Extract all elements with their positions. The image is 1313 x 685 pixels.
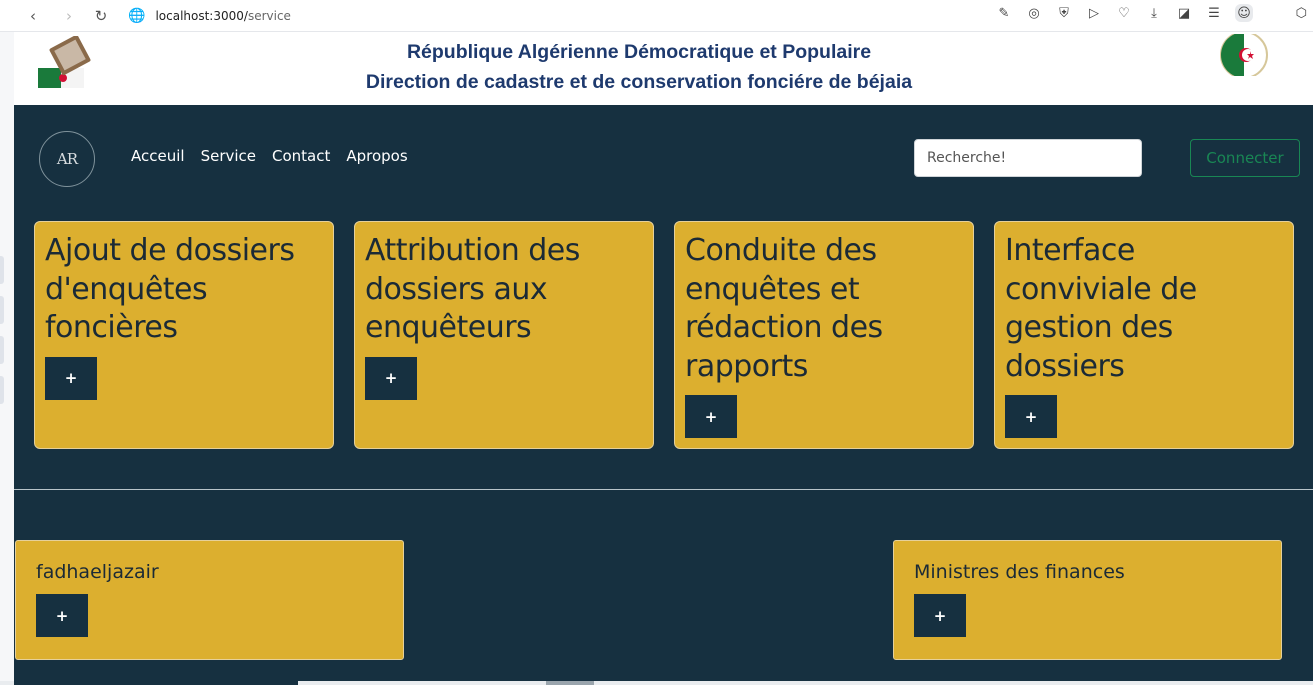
brand-logo[interactable]: AR [39,131,95,187]
menu-icon[interactable]: ☰ [1205,4,1223,22]
nav-link-contact[interactable]: Contact [272,147,330,165]
nav-link-apropos[interactable]: Apropos [346,147,407,165]
service-card-add-button[interactable]: + [45,356,97,400]
service-card-add-button[interactable]: + [365,356,417,400]
partner-card: Ministres des finances + [893,540,1282,660]
battery-icon[interactable]: ◪ [1175,4,1193,22]
nav-links: Acceuil Service Contact Apropos [131,147,408,165]
scrollbar-thumb[interactable] [546,681,594,685]
browser-toolbar-icons: ✎ ◎ ⛨ ▷ ♡ ⤓ ◪ ☰ ☺ [995,4,1253,22]
reload-icon[interactable]: ↻ [90,5,112,27]
search-input[interactable] [914,139,1142,177]
scrollbar-segment [14,681,298,685]
service-cards: Ajout de dossiers d'enquêtes foncières +… [14,211,1313,489]
url-host: localhost:3000/ [155,8,248,23]
navbar: AR Acceuil Service Contact Apropos Conne… [14,105,1313,211]
forward-arrow-icon[interactable]: › [58,5,80,27]
header-subtitle: Direction de cadastre et de conservation… [365,71,913,93]
brand-logo-text: AR [56,150,78,168]
main-content: AR Acceuil Service Contact Apropos Conne… [14,105,1313,681]
side-rail-tab[interactable] [0,256,4,284]
side-rail-tab[interactable] [0,376,4,404]
browser-side-rail [0,0,14,685]
service-card: Attribution des dossiers aux enquêteurs … [354,221,654,449]
header-title: République Algérienne Démocratique et Po… [406,41,872,63]
partner-card-title: Ministres des finances [914,561,1125,583]
partner-card: fadhaeljazair + [15,540,404,660]
heart-icon[interactable]: ♡ [1115,4,1133,22]
section-divider [14,489,1313,490]
url-path: service [247,8,291,23]
edit-icon[interactable]: ✎ [995,4,1013,22]
profile-icon[interactable]: ☺ [1235,4,1253,22]
service-card: Interface conviviale de gestion des doss… [994,221,1294,449]
globe-icon: 🌐 [128,7,146,24]
camera-icon[interactable]: ◎ [1025,4,1043,22]
partner-card-add-button[interactable]: + [36,594,88,637]
browser-toolbar: ‹ › ↻ 🌐 localhost:3000/service ✎ ◎ ⛨ ▷ ♡… [0,0,1313,32]
partner-card-add-button[interactable]: + [914,594,966,637]
site-header: République Algérienne Démocratique et Po… [14,34,1313,105]
shield-icon[interactable]: ⛨ [1055,4,1073,22]
service-card-title: Interface conviviale de gestion des doss… [1005,233,1197,384]
extension-box-icon[interactable]: ⬡ [1296,6,1307,21]
service-card-title: Attribution des dossiers aux enquêteurs [365,233,580,345]
play-icon[interactable]: ▷ [1085,4,1103,22]
horizontal-scrollbar[interactable] [0,681,1313,685]
side-rail-tab[interactable] [0,336,4,364]
back-arrow-icon[interactable]: ‹ [22,5,44,27]
nav-link-acceuil[interactable]: Acceuil [131,147,185,165]
download-icon[interactable]: ⤓ [1145,4,1163,22]
address-bar[interactable]: 🌐 localhost:3000/service [128,3,291,29]
service-card: Ajout de dossiers d'enquêtes foncières + [34,221,334,449]
service-card-title: Ajout de dossiers d'enquêtes foncières [45,233,295,345]
connect-button[interactable]: Connecter [1190,139,1300,177]
side-rail-tab[interactable] [0,296,4,324]
nav-link-service[interactable]: Service [201,147,256,165]
service-card-add-button[interactable]: + [1005,395,1057,438]
algeria-flag-icon [1220,34,1268,76]
service-card-title: Conduite des enquêtes et rédaction des r… [685,233,883,384]
service-card-add-button[interactable]: + [685,395,737,438]
partner-card-title: fadhaeljazair [36,561,159,583]
service-card: Conduite des enquêtes et rédaction des r… [674,221,974,449]
